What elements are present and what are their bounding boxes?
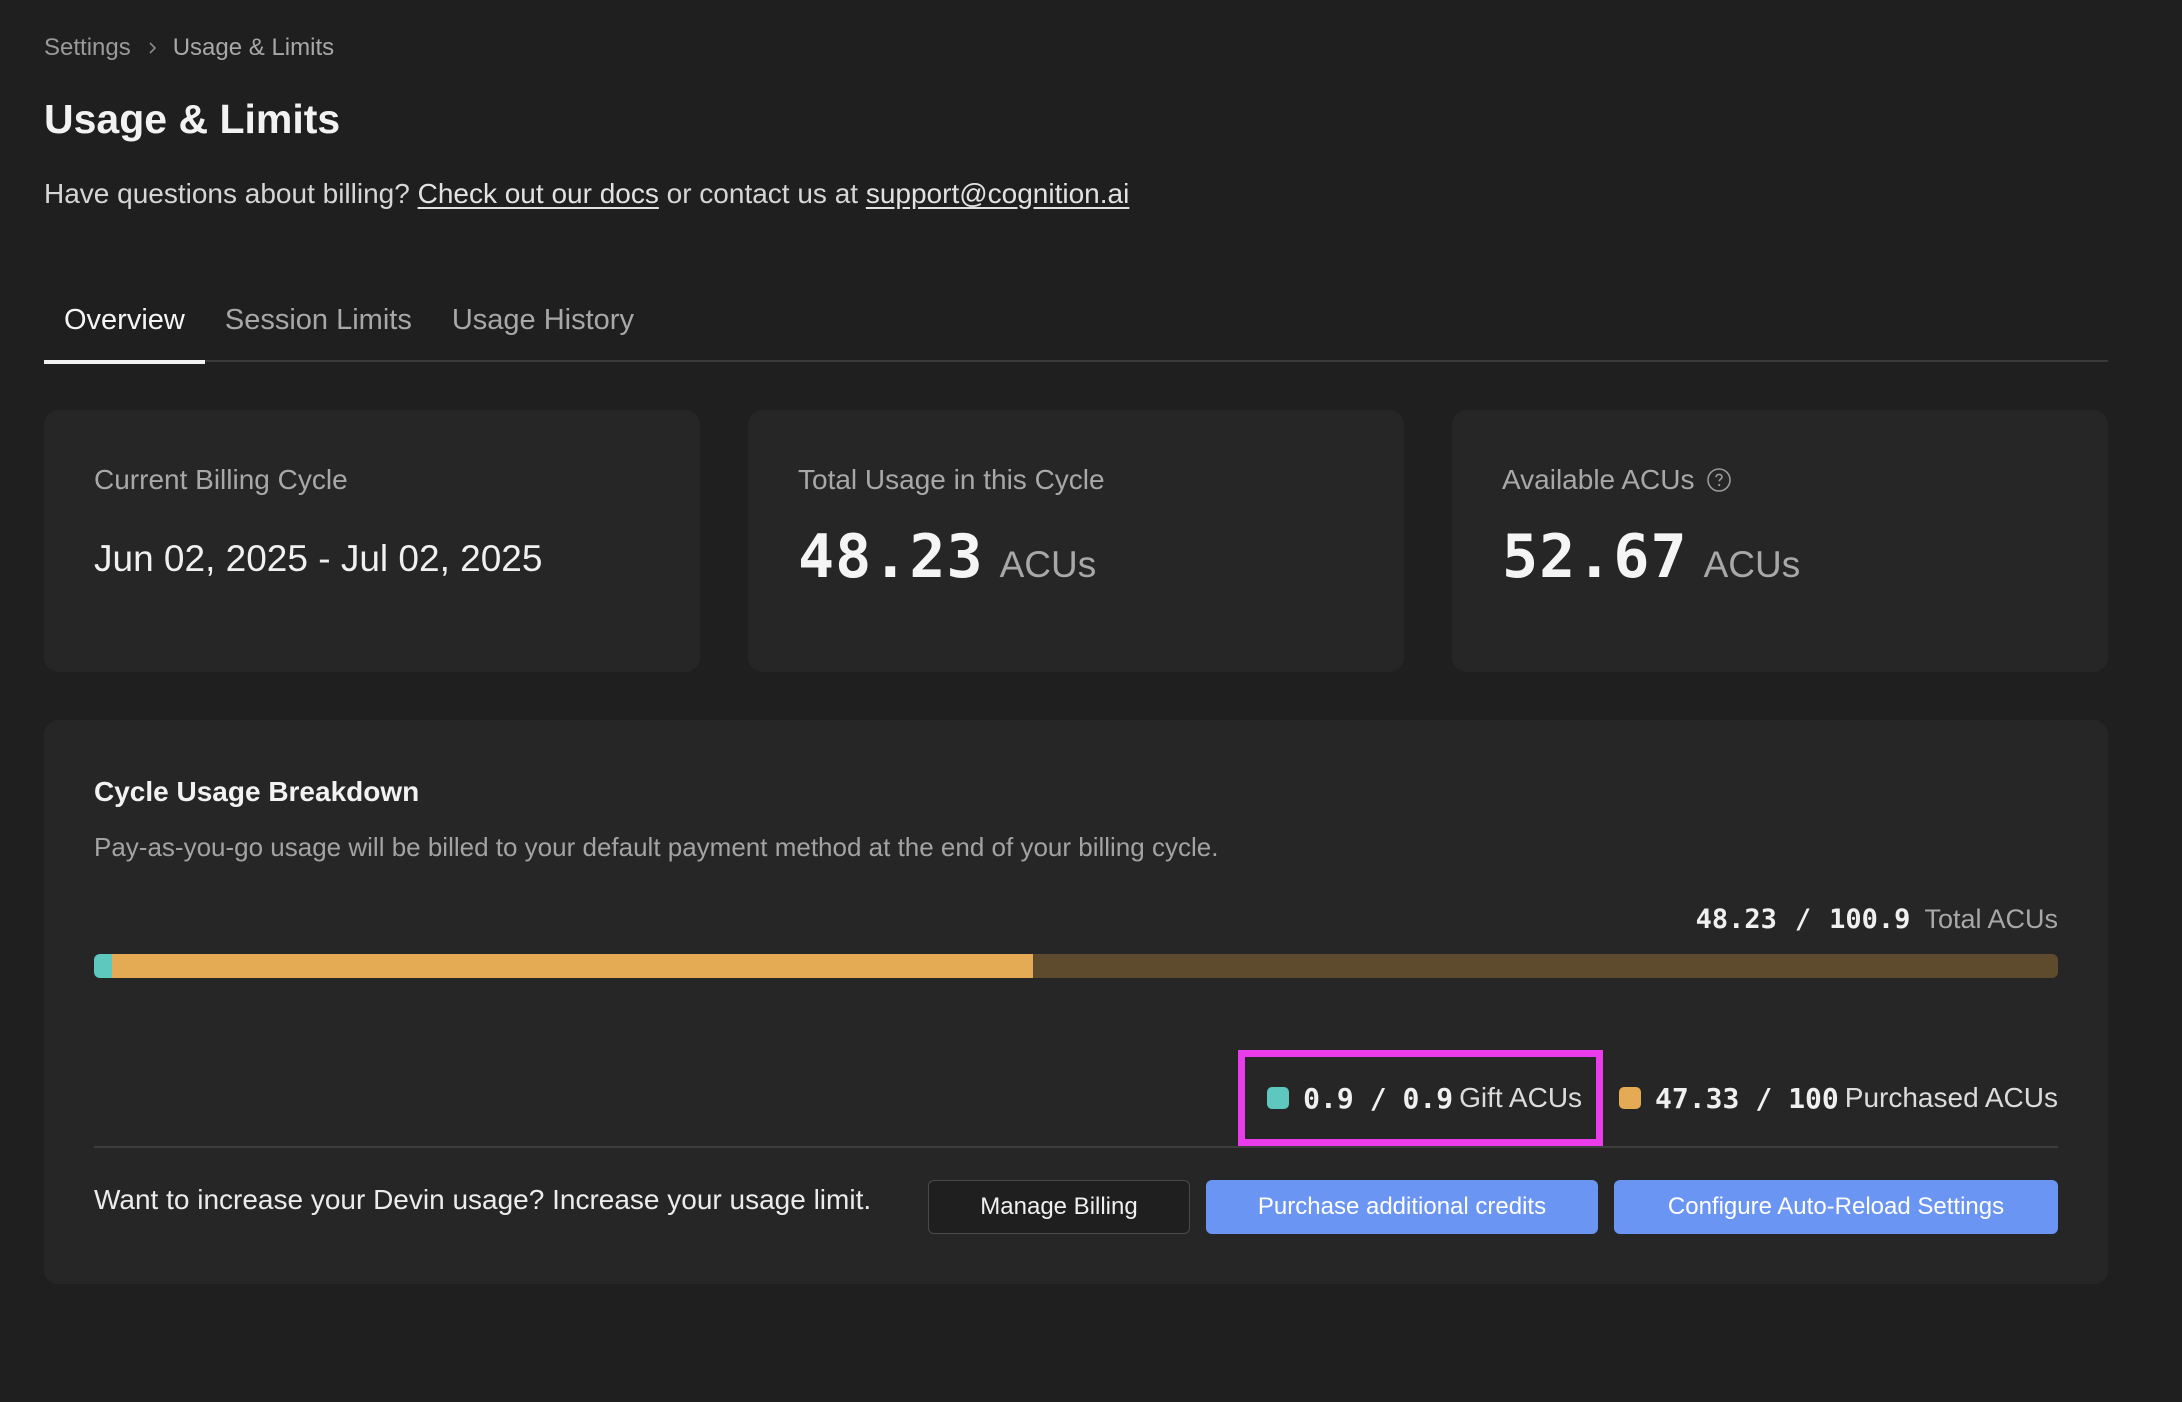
tab-usage-history[interactable]: Usage History (432, 296, 654, 362)
billing-cycle-label: Current Billing Cycle (94, 464, 348, 495)
total-usage-value-group: 48.23 ACUs (798, 522, 1096, 592)
tab-overview[interactable]: Overview (44, 296, 205, 364)
total-usage-card: Total Usage in this Cycle 48.23 ACUs (748, 410, 1404, 672)
total-used: 48.23 (1695, 904, 1777, 935)
billing-cycle-card: Current Billing Cycle Jun 02, 2025 - Jul… (44, 410, 700, 672)
total-usage-unit: ACUs (999, 544, 1097, 585)
purchased-usage-segment (111, 954, 1033, 978)
auto-reload-settings-button[interactable]: Configure Auto-Reload Settings (1614, 1180, 2058, 1234)
billing-help-text: Have questions about billing? Check out … (44, 178, 1129, 210)
available-acus-label-row: Available ACUs (1502, 464, 1732, 496)
subtitle-prefix: Have questions about billing? (44, 178, 418, 209)
breadcrumb-settings-link[interactable]: Settings (44, 34, 131, 62)
manage-billing-button[interactable]: Manage Billing (928, 1180, 1190, 1234)
usage-limits-page: Settings Usage & Limits Usage & Limits H… (0, 0, 2182, 1402)
purchased-limit: 100 (1788, 1081, 1839, 1115)
chevron-right-icon (145, 41, 159, 55)
purchased-separator: / (1755, 1081, 1773, 1115)
available-acus-label: Available ACUs (1502, 464, 1695, 495)
divider (94, 1146, 2058, 1148)
gift-used: 0.9 (1303, 1081, 1354, 1115)
total-acus-summary: 48.23 / 100.9 Total ACUs (1696, 904, 2058, 935)
tab-bar: Overview Session Limits Usage History (44, 296, 2108, 364)
total-limit: 100.9 (1829, 904, 1911, 935)
breakdown-title: Cycle Usage Breakdown (94, 776, 420, 807)
subtitle-middle: or contact us at (658, 178, 866, 209)
legend-purchased-acus: 47.33 / 100 Purchased ACUs (1619, 1082, 2058, 1115)
page-title: Usage & Limits (44, 96, 341, 142)
docs-link[interactable]: Check out our docs (418, 178, 659, 209)
usage-legend: 0.9 / 0.9 Gift ACUs 47.33 / 100 Purchase… (1238, 1050, 2058, 1146)
breadcrumb: Settings Usage & Limits (44, 34, 334, 62)
increase-usage-text: Want to increase your Devin usage? Incre… (94, 1184, 872, 1215)
available-acus-unit: ACUs (1703, 544, 1801, 585)
total-separator: / (1794, 904, 1812, 935)
total-usage-label: Total Usage in this Cycle (798, 464, 1105, 495)
breadcrumb-current: Usage & Limits (172, 34, 335, 61)
total-label: Total ACUs (1924, 904, 2058, 934)
tab-session-limits[interactable]: Session Limits (205, 296, 432, 362)
available-acus-value-group: 52.67 ACUs (1502, 522, 1800, 592)
available-acus-value: 52.67 (1502, 522, 1688, 592)
purchased-color-swatch (1619, 1087, 1642, 1109)
total-usage-value: 48.23 (798, 522, 984, 592)
available-acus-card: Available ACUs 52.67 ACUs (1452, 410, 2108, 672)
gift-limit: 0.9 (1402, 1081, 1454, 1115)
gift-label: Gift ACUs (1459, 1082, 1583, 1113)
billing-cycle-value: Jun 02, 2025 - Jul 02, 2025 (94, 538, 543, 579)
breakdown-description: Pay-as-you-go usage will be billed to yo… (94, 832, 1219, 862)
help-circle-icon[interactable] (1706, 467, 1732, 493)
usage-progress-bar (94, 954, 2058, 978)
cycle-usage-breakdown-panel: Cycle Usage Breakdown Pay-as-you-go usag… (44, 720, 2108, 1284)
support-email-link[interactable]: support@cognition.ai (866, 178, 1129, 209)
gift-usage-segment (94, 954, 112, 978)
gift-separator: / (1369, 1081, 1387, 1115)
purchased-label: Purchased ACUs (1844, 1082, 2058, 1113)
purchased-used: 47.33 (1655, 1081, 1740, 1115)
legend-gift-acus: 0.9 / 0.9 Gift ACUs (1238, 1050, 1604, 1146)
gift-color-swatch (1267, 1087, 1290, 1109)
purchase-credits-button[interactable]: Purchase additional credits (1206, 1180, 1598, 1234)
